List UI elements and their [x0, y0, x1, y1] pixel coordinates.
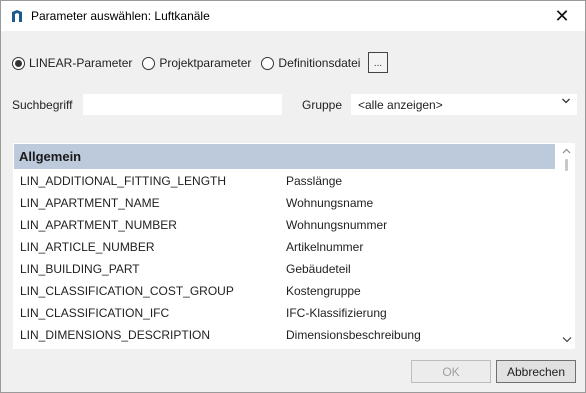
list-item[interactable]: LIN_CLASSIFICATION_COST_GROUP Kostengrup…	[14, 280, 555, 302]
parameter-name: LIN_CLASSIFICATION_IFC	[20, 306, 170, 320]
list-item[interactable]: LIN_APARTMENT_NAME Wohnungsname	[14, 192, 555, 214]
parameter-description: Passlänge	[286, 174, 343, 188]
source-radio-group: LINEAR-Parameter Projektparameter Defini…	[12, 53, 370, 73]
search-input[interactable]	[83, 94, 282, 115]
radio-definitionsdatei[interactable]: Definitionsdatei	[261, 56, 360, 70]
list-item[interactable]: LIN_CLASSIFICATION_IFC IFC-Klassifizieru…	[14, 302, 555, 324]
parameter-name: LIN_BUILDING_PART	[20, 262, 140, 276]
list-item[interactable]: LIN_ADDITIONAL_FITTING_LENGTH Passlänge	[14, 170, 555, 192]
list-rows: LIN_ADDITIONAL_FITTING_LENGTH Passlänge …	[14, 170, 555, 346]
parameter-name: LIN_APARTMENT_NAME	[20, 196, 160, 210]
group-dropdown[interactable]: <alle anzeigen>	[351, 94, 577, 115]
parameter-name: LIN_ARTICLE_NUMBER	[20, 240, 155, 254]
scroll-down-icon[interactable]	[562, 334, 572, 346]
radio-label: Projektparameter	[159, 56, 252, 70]
radio-selected-icon	[12, 56, 25, 70]
parameter-name: LIN_DIMENSIONS_DESCRIPTION	[20, 328, 211, 342]
radio-projektparameter[interactable]: Projektparameter	[142, 56, 251, 70]
parameter-description: Dimensionsbeschreibung	[286, 328, 421, 342]
radio-unselected-icon	[261, 56, 275, 70]
group-selected-value: <alle anzeigen>	[358, 97, 443, 112]
parameter-description: Wohnungsname	[286, 196, 374, 210]
close-button[interactable]: ✕	[539, 1, 585, 31]
parameter-description: IFC-Klassifizierung	[286, 306, 387, 320]
radio-label: Definitionsdatei	[278, 56, 361, 70]
search-label: Suchbegriff	[12, 98, 73, 112]
list-item[interactable]: LIN_ARTICLE_NUMBER Artikelnummer	[14, 236, 555, 258]
chevron-down-icon	[561, 96, 571, 109]
close-icon: ✕	[554, 5, 570, 26]
parameter-description: Gebäudeteil	[286, 262, 351, 276]
parameter-list[interactable]: Allgemein LIN_ADDITIONAL_FITTING_LENGTH …	[13, 143, 575, 349]
radio-unselected-icon	[142, 56, 156, 70]
parameter-name: LIN_CLASSIFICATION_COST_GROUP	[20, 284, 234, 298]
parameter-description: Wohnungsnummer	[286, 218, 388, 232]
vertical-scrollbar[interactable]	[558, 143, 575, 349]
parameter-description: Kostengruppe	[286, 284, 361, 298]
window-title: Parameter auswählen: Luftkanäle	[31, 9, 210, 23]
radio-linear-parameter[interactable]: LINEAR-Parameter	[12, 56, 132, 70]
scroll-up-icon[interactable]	[562, 146, 571, 156]
parameter-description: Artikelnummer	[286, 240, 364, 254]
scrollbar-thumb[interactable]	[565, 159, 568, 171]
list-section-header[interactable]: Allgemein	[14, 144, 555, 169]
cancel-button[interactable]: Abbrechen	[496, 360, 576, 383]
app-logo-icon	[10, 9, 24, 23]
ok-button[interactable]: OK	[411, 360, 491, 383]
browse-file-button[interactable]: ...	[368, 52, 388, 73]
title-bar: Parameter auswählen: Luftkanäle ✕	[1, 1, 585, 31]
radio-label: LINEAR-Parameter	[29, 56, 133, 70]
parameter-name: LIN_ADDITIONAL_FITTING_LENGTH	[20, 174, 227, 188]
dialog-body: LINEAR-Parameter Projektparameter Defini…	[1, 31, 585, 392]
list-item[interactable]: LIN_BUILDING_PART Gebäudeteil	[14, 258, 555, 280]
list-item[interactable]: LIN_DIMENSIONS_DESCRIPTION Dimensionsbes…	[14, 324, 555, 346]
parameter-dialog: Parameter auswählen: Luftkanäle ✕ LINEAR…	[0, 0, 586, 393]
list-item[interactable]: LIN_APARTMENT_NUMBER Wohnungsnummer	[14, 214, 555, 236]
group-label: Gruppe	[302, 98, 343, 112]
parameter-name: LIN_APARTMENT_NUMBER	[20, 218, 177, 232]
